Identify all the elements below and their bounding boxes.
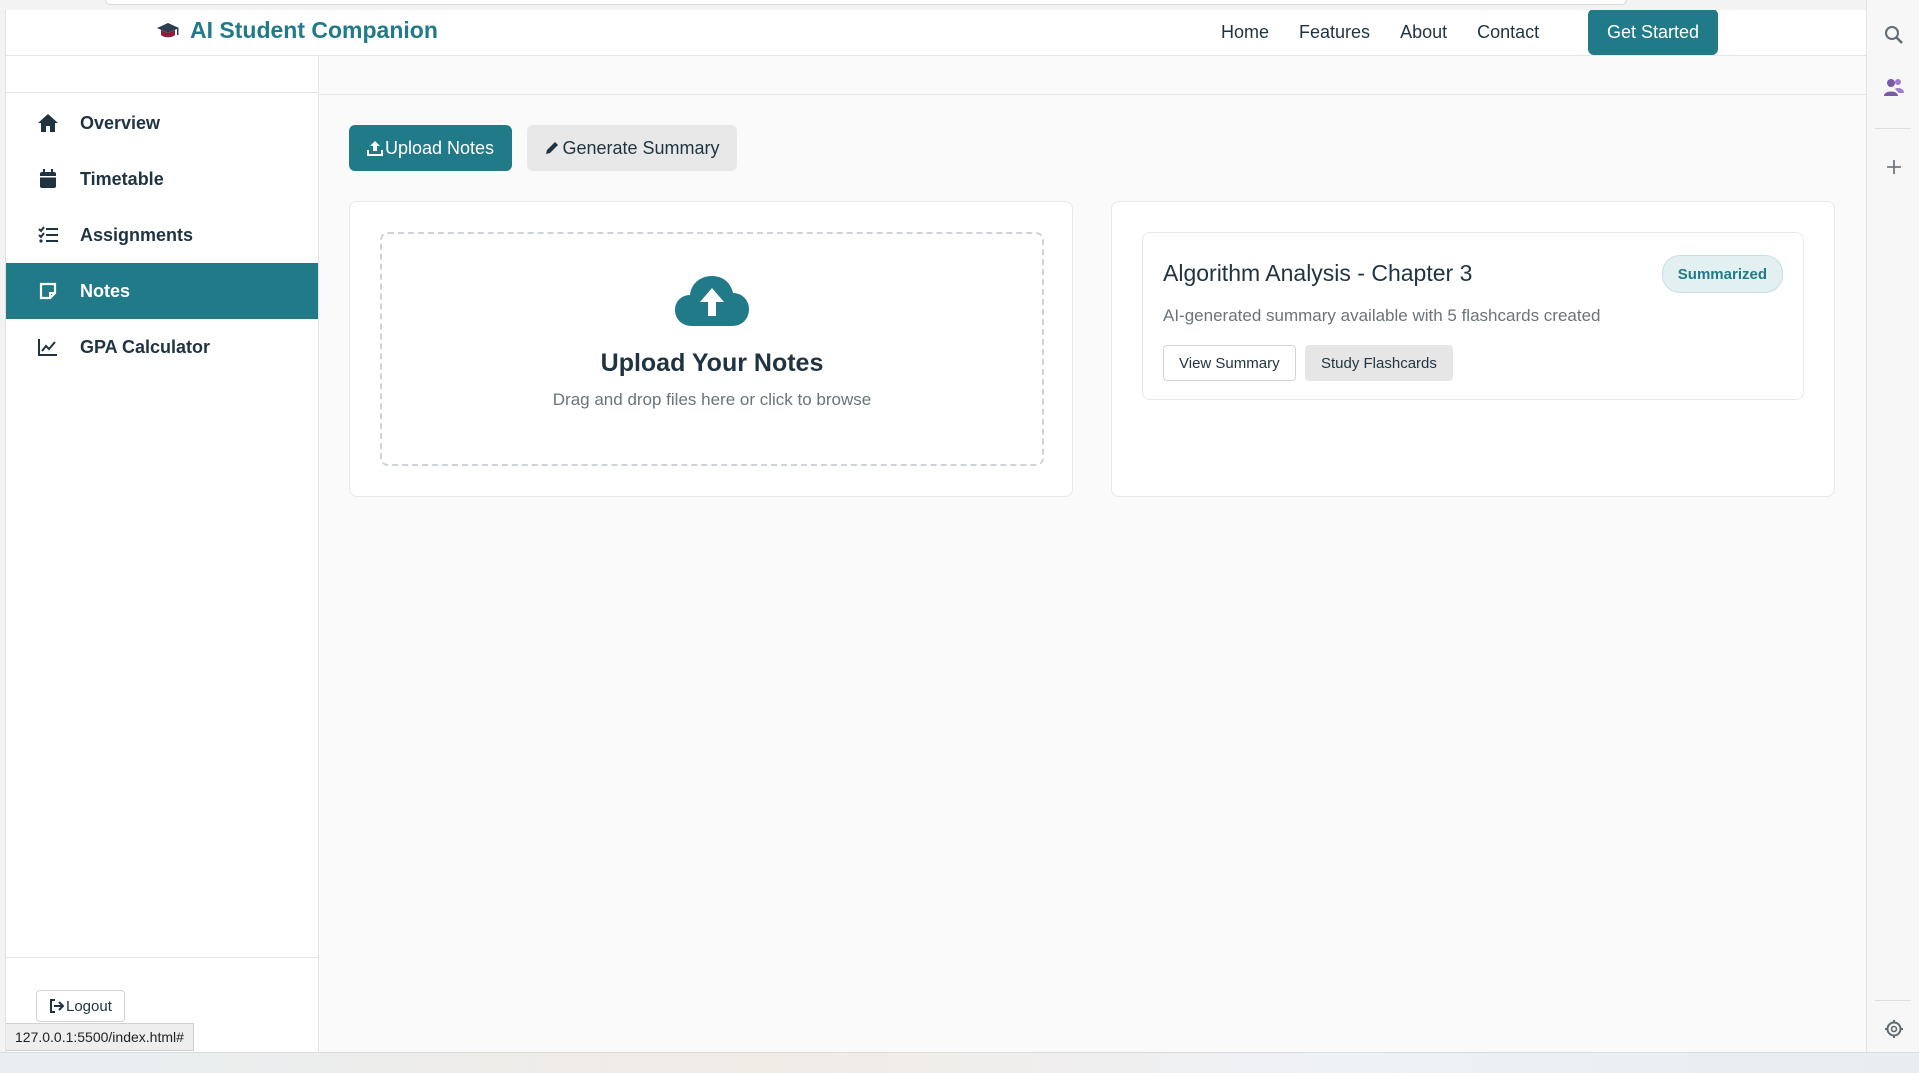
calendar-icon: [36, 167, 60, 191]
top-header: AI Student Companion Home Features About…: [6, 10, 1866, 56]
add-icon[interactable]: [1881, 154, 1907, 180]
sidebar-item-gpa-calculator[interactable]: GPA Calculator: [6, 319, 318, 375]
home-icon: [36, 111, 60, 135]
brand[interactable]: AI Student Companion: [156, 17, 438, 44]
nav-link-features[interactable]: Features: [1299, 22, 1370, 43]
notes-list-card: Algorithm Analysis - Chapter 3 Summarize…: [1111, 201, 1835, 497]
os-taskbar: [0, 1052, 1919, 1073]
logout-label: Logout: [66, 997, 112, 1015]
pencil-icon: [544, 140, 560, 156]
generate-summary-label: Generate Summary: [562, 137, 720, 158]
sidebar-item-timetable[interactable]: Timetable: [6, 151, 318, 207]
nav-link-home[interactable]: Home: [1221, 22, 1269, 43]
logout-button[interactable]: Logout: [36, 990, 125, 1022]
browser-edge-sidebar: [1866, 0, 1919, 1052]
chart-line-icon: [36, 335, 60, 359]
browser-tab-strip: [105, 0, 1627, 5]
nav-link-about[interactable]: About: [1400, 22, 1447, 43]
brand-name: AI Student Companion: [190, 17, 438, 43]
sidebar-item-overview[interactable]: Overview: [6, 95, 318, 151]
sidebar-item-label: Assignments: [80, 224, 194, 245]
dropzone-title: Upload Your Notes: [600, 349, 824, 377]
top-nav: Home Features About Contact: [1221, 10, 1569, 55]
view-summary-button[interactable]: View Summary: [1163, 345, 1296, 381]
nav-link-contact[interactable]: Contact: [1477, 22, 1539, 43]
sidebar-item-label: Notes: [80, 280, 131, 301]
note-title: Algorithm Analysis - Chapter 3: [1163, 260, 1473, 286]
note-icon: [36, 279, 60, 303]
people-icon[interactable]: [1881, 74, 1907, 100]
upload-dropzone[interactable]: Upload Your Notes Drag and drop files he…: [380, 232, 1044, 466]
list-check-icon: [36, 223, 60, 247]
app-sidebar: Overview Timetable Assignments Notes GPA…: [6, 10, 319, 1052]
cloud-upload-icon: [674, 274, 750, 333]
status-bar-url: 127.0.0.1:5500/index.html#: [6, 1023, 194, 1051]
get-started-button[interactable]: Get Started: [1588, 10, 1718, 55]
sidebar-item-label: Overview: [80, 112, 161, 133]
sidebar-item-notes[interactable]: Notes: [6, 263, 318, 319]
sidebar-item-label: GPA Calculator: [80, 336, 211, 357]
search-icon[interactable]: [1881, 22, 1907, 48]
note-item: Algorithm Analysis - Chapter 3 Summarize…: [1142, 232, 1804, 400]
upload-notes-label: Upload Notes: [384, 137, 495, 158]
upload-icon: [366, 140, 383, 156]
edge-divider: [1875, 1000, 1911, 1001]
upload-card: Upload Your Notes Drag and drop files he…: [349, 201, 1073, 497]
sign-out-icon: [49, 999, 65, 1013]
sidebar-nav: Overview Timetable Assignments Notes GPA…: [6, 95, 318, 375]
upload-notes-button[interactable]: Upload Notes: [349, 125, 512, 171]
browser-viewport: Overview Timetable Assignments Notes GPA…: [5, 10, 1866, 1052]
edge-divider: [1875, 128, 1911, 129]
generate-summary-button[interactable]: Generate Summary: [527, 125, 737, 171]
dropzone-subtitle: Drag and drop files here or click to bro…: [552, 390, 872, 409]
note-description: AI-generated summary available with 5 fl…: [1163, 306, 1601, 325]
study-flashcards-button[interactable]: Study Flashcards: [1305, 345, 1453, 381]
sidebar-item-assignments[interactable]: Assignments: [6, 207, 318, 263]
status-badge: Summarized: [1661, 255, 1783, 293]
graduation-cap-icon: [156, 22, 180, 40]
settings-gear-icon[interactable]: [1881, 1016, 1907, 1042]
main-divider: [319, 94, 1866, 95]
sidebar-item-label: Timetable: [80, 168, 164, 189]
